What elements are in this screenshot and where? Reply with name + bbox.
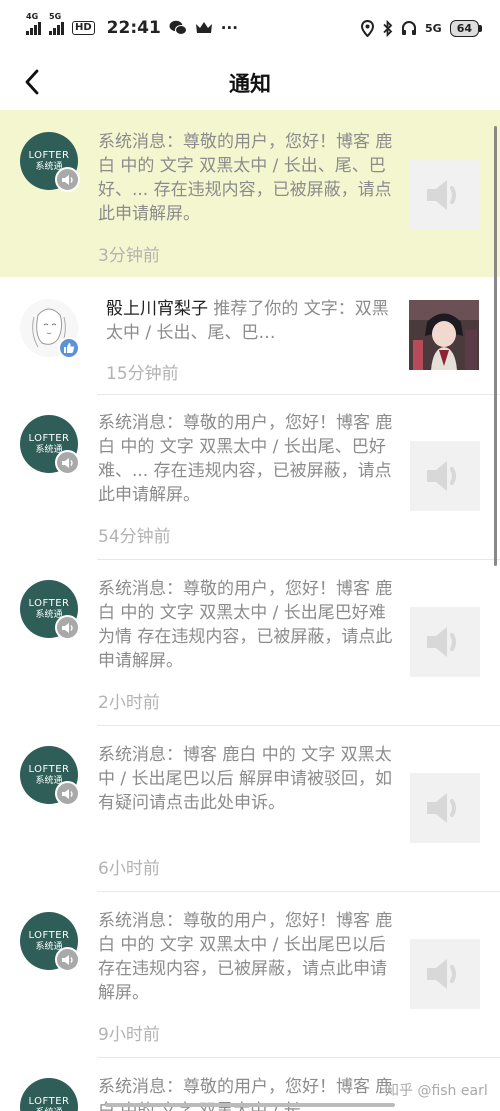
speaker-badge-icon: [55, 450, 80, 475]
notification-time: 15分钟前: [106, 364, 179, 384]
headphones-icon: [402, 21, 416, 35]
notification-message[interactable]: 系统消息：博客 鹿白 中的 文字 双黑太中 / 长出尾巴以后 解屏申请被驳回，如…: [98, 743, 396, 815]
status-bar: 4G 5G HD 22:41 ··· 5G 64: [0, 0, 500, 56]
location-icon: [361, 19, 374, 37]
back-button[interactable]: [14, 64, 50, 100]
speaker-badge-icon: [55, 781, 80, 806]
system-avatar[interactable]: LOFTER系统通: [20, 912, 80, 972]
system-avatar[interactable]: LOFTER系统通: [20, 132, 80, 192]
notification-item[interactable]: LOFTER 系统通 系统消息：博客 鹿白 中的 文字 双黑太中 / 长出尾巴以后…: [0, 726, 500, 892]
speaker-icon: [427, 959, 456, 989]
notification-item[interactable]: LOFTER系统通 系统消息：尊敬的用户，您好！博客 鹿白 中的 文字 双黑太中…: [0, 892, 500, 1058]
speaker-badge-icon: [55, 947, 80, 972]
nav-header: 通知: [0, 56, 500, 110]
announcement-thumbnail[interactable]: [410, 773, 480, 843]
system-avatar[interactable]: LOFTER系统通: [20, 1078, 78, 1111]
back-arrow-icon: [25, 69, 39, 95]
network-5g-icon: 5G: [425, 21, 442, 35]
speaker-icon: [427, 627, 456, 657]
notification-message[interactable]: 系统消息：尊敬的用户，您好！博客 鹿白 中的 文字 双黑太中 / 长出、尾、巴好…: [98, 130, 396, 226]
crown-icon: [195, 22, 212, 33]
system-avatar[interactable]: LOFTER系统通: [20, 580, 80, 640]
wechat-icon: [169, 20, 187, 35]
user-avatar[interactable]: [20, 299, 80, 359]
recommend-message[interactable]: 骰上川宵梨子 推荐了你的 文字：双黑太中 / 长出、尾、巴…: [106, 297, 390, 345]
home-indicator[interactable]: [105, 1103, 395, 1107]
bluetooth-icon: [383, 19, 393, 37]
notification-list: LOFTER 系统通 系统消息：尊敬的用户，您好！博客 鹿白 中的 文字 双黑太中…: [0, 110, 500, 1111]
speaker-badge-icon: [55, 615, 80, 640]
system-avatar[interactable]: LOFTER系统通: [20, 746, 80, 806]
notification-time: 54分钟前: [98, 527, 171, 547]
post-thumbnail[interactable]: [409, 300, 479, 370]
announcement-thumbnail[interactable]: [410, 441, 480, 511]
cellular-signal-icon: 4G: [26, 12, 41, 35]
more-notifications-icon: ···: [220, 19, 238, 37]
user-name[interactable]: 骰上川宵梨子: [106, 299, 208, 319]
hd-voice-icon: HD: [72, 21, 95, 35]
announcement-thumbnail[interactable]: [410, 160, 480, 230]
notification-time: 9小时前: [98, 1025, 160, 1045]
speaker-icon: [427, 793, 456, 823]
notification-time: 2小时前: [98, 693, 160, 713]
notification-item[interactable]: LOFTER系统通 系统消息：尊敬的用户，您好！博客 鹿白 中的 文字 双黑太中…: [0, 560, 500, 726]
watermark: 知乎 @fish earl: [385, 1083, 488, 1099]
speaker-icon: [427, 180, 456, 210]
notification-message[interactable]: 系统消息：尊敬的用户，您好！博客 鹿白 中的 文字 双黑太中 / 长出尾巴好难为…: [98, 577, 396, 673]
page-title: 通知: [229, 72, 271, 96]
like-badge-icon: [58, 337, 80, 359]
system-avatar[interactable]: LOFTER系统通: [20, 415, 80, 475]
notification-item[interactable]: 骰上川宵梨子 推荐了你的 文字：双黑太中 / 长出、尾、巴… 15分钟前: [0, 277, 500, 395]
speaker-icon: [427, 461, 456, 491]
notification-time: 3分钟前: [98, 246, 160, 266]
notification-item[interactable]: LOFTER系统通 系统消息：尊敬的用户，您好！博客 鹿白 中的 文字 双黑太中…: [0, 110, 500, 277]
speaker-badge-icon: [55, 167, 80, 192]
clock: 22:41: [106, 18, 161, 38]
cellular-signal-icon-2: 5G: [49, 12, 64, 35]
notification-item[interactable]: LOFTER系统通 系统消息：尊敬的用户，您好！博客 鹿白 中的 文字 双黑太中…: [0, 395, 500, 560]
battery-icon: 64: [449, 19, 482, 37]
notification-message[interactable]: 系统消息：尊敬的用户，您好！博客 鹿白 中的 文字 双黑太中 / 长出尾、巴好难…: [98, 411, 396, 507]
lofter-logo: LOFTER系统通: [20, 1078, 78, 1111]
announcement-thumbnail[interactable]: [410, 607, 480, 677]
notification-message[interactable]: 系统消息：尊敬的用户，您好！博客 鹿白 中的 文字 双黑太中 / 长出尾巴以后 …: [98, 909, 396, 1005]
announcement-thumbnail[interactable]: [410, 939, 480, 1009]
notification-time: 6小时前: [98, 859, 160, 879]
scrollbar[interactable]: [494, 126, 497, 566]
